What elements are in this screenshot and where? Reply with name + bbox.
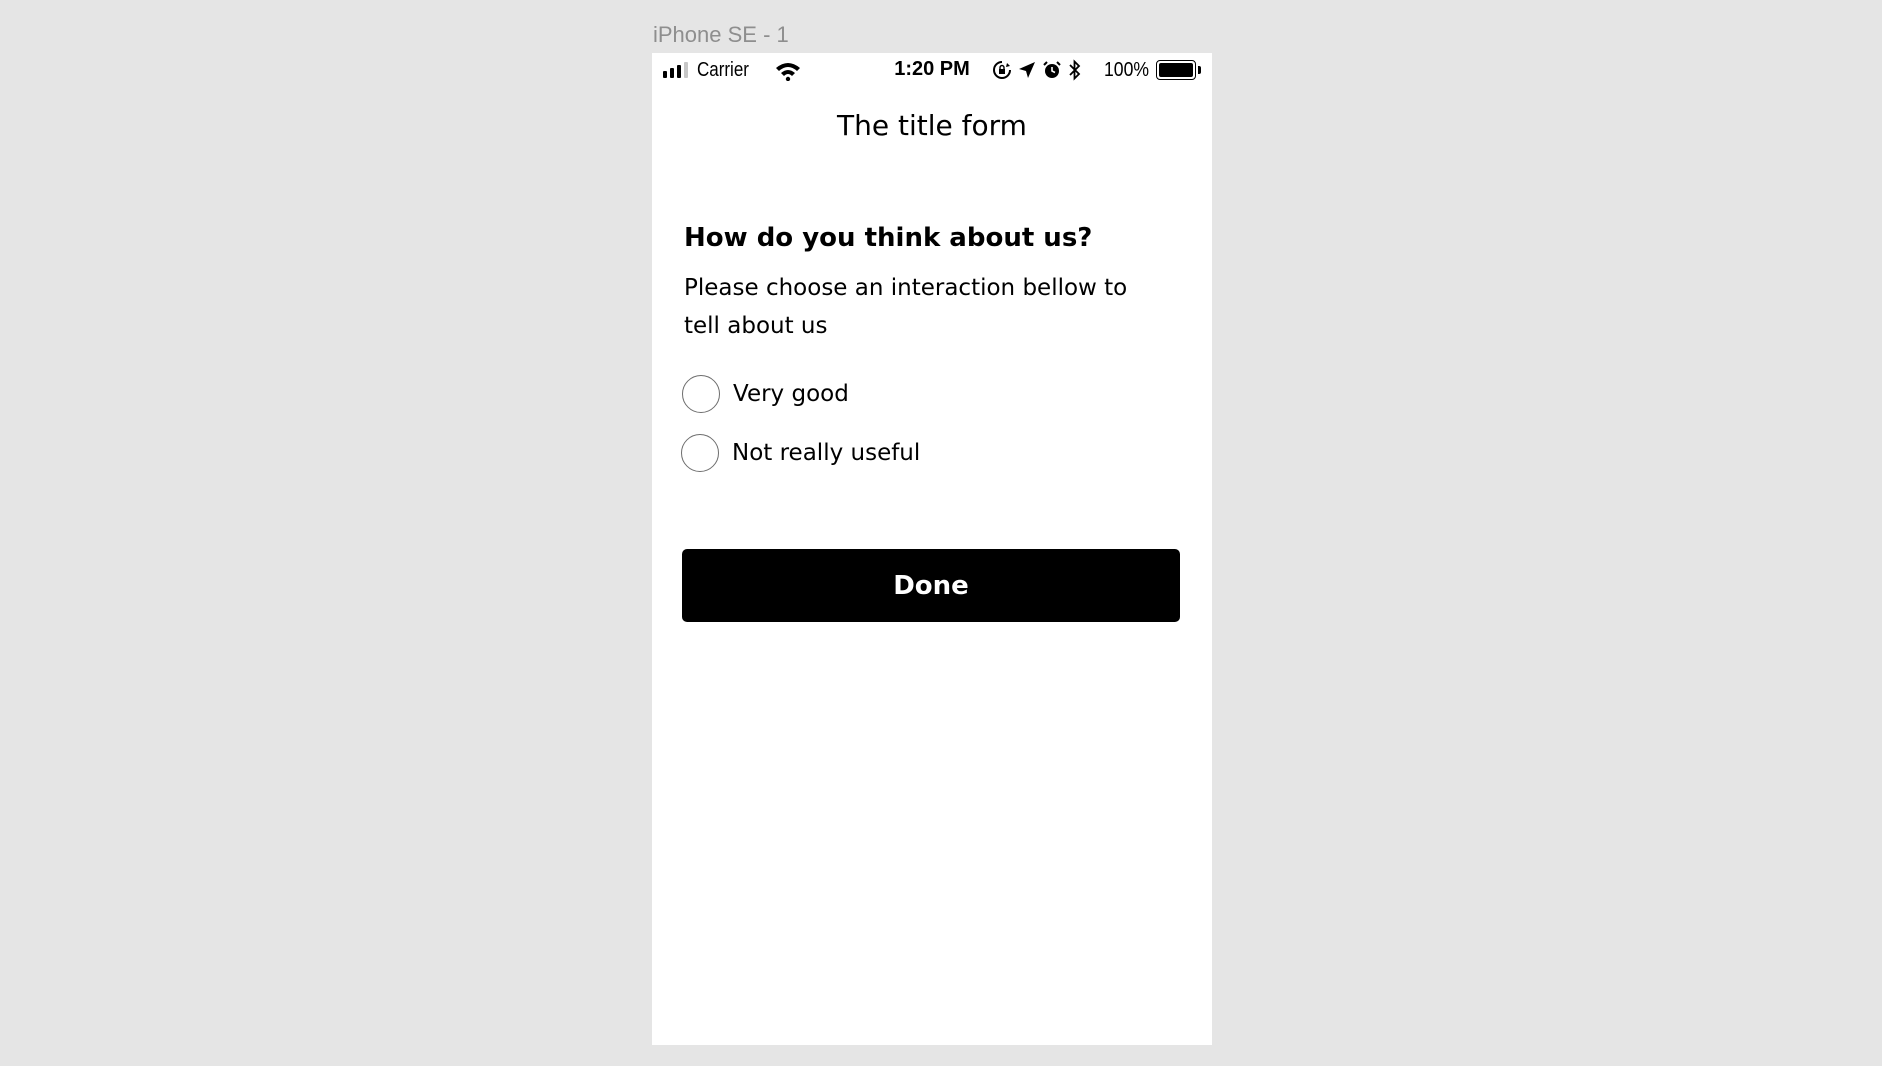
battery-percent: 100% bbox=[1104, 59, 1150, 81]
alarm-icon bbox=[1042, 60, 1062, 85]
option-not-really-useful[interactable]: Not really useful bbox=[681, 434, 920, 472]
status-bar: Carrier 1:20 PM 100% bbox=[652, 53, 1212, 89]
radio-button[interactable] bbox=[682, 375, 720, 413]
battery-icon bbox=[1156, 60, 1196, 80]
done-button[interactable]: Done bbox=[682, 549, 1180, 622]
phone-screen: Carrier 1:20 PM 100% The title form How … bbox=[652, 53, 1212, 1045]
status-icons bbox=[992, 59, 1082, 86]
radio-button[interactable] bbox=[681, 434, 719, 472]
option-label: Very good bbox=[733, 381, 849, 407]
location-icon bbox=[1018, 61, 1036, 84]
question-heading: How do you think about us? bbox=[684, 223, 1093, 253]
battery-cap bbox=[1198, 66, 1201, 74]
bluetooth-icon bbox=[1068, 59, 1082, 86]
option-label: Not really useful bbox=[732, 440, 921, 466]
question-description: Please choose an interaction bellow to t… bbox=[684, 275, 1128, 339]
rotation-lock-icon bbox=[992, 60, 1012, 85]
option-very-good[interactable]: Very good bbox=[682, 375, 849, 413]
page-title: The title form bbox=[837, 109, 1027, 142]
artboard-label: iPhone SE - 1 bbox=[653, 22, 789, 47]
